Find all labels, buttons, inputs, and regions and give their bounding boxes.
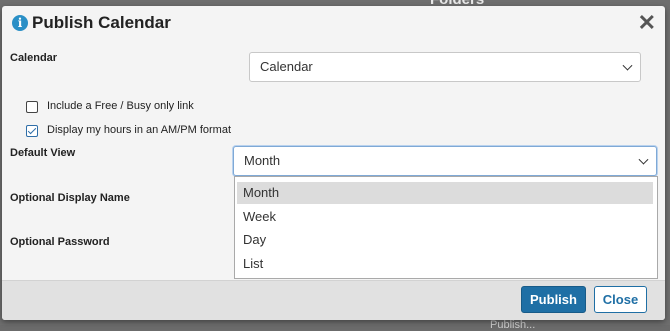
default-view-dropdown-list: Month Week Day List [234,176,658,279]
ampm-checkbox[interactable] [26,125,38,137]
dialog-title: Publish Calendar [32,13,171,32]
chevron-down-icon [638,154,649,165]
default-view-select-value: Month [244,153,281,168]
dropdown-option-list[interactable]: List [237,253,653,275]
optional-display-name-label: Optional Display Name [10,192,130,204]
check-icon [27,125,37,135]
ampm-checkbox-label: Display my hours in an AM/PM format [47,124,232,136]
optional-password-label: Optional Password [10,236,110,248]
publish-calendar-dialog: i Publish Calendar ✕ Calendar Calendar I… [2,6,665,320]
calendar-select[interactable]: Calendar [249,52,641,82]
close-icon[interactable]: ✕ [638,12,656,34]
free-busy-checkbox[interactable] [26,101,38,113]
publish-button[interactable]: Publish [521,286,586,313]
dropdown-option-day[interactable]: Day [237,229,653,251]
chevron-down-icon [622,60,633,71]
close-button[interactable]: Close [594,286,647,313]
info-icon: i [12,15,28,31]
default-view-select[interactable]: Month [233,146,657,176]
calendar-select-value: Calendar [260,59,313,74]
calendar-label: Calendar [10,52,58,64]
dropdown-option-month[interactable]: Month [237,182,653,204]
free-busy-checkbox-label: Include a Free / Busy only link [47,100,194,112]
dialog-header: i Publish Calendar ✕ [2,6,665,42]
background-item-label: Publish... [490,319,536,331]
default-view-label: Default View [10,147,76,159]
dropdown-option-week[interactable]: Week [237,206,653,228]
